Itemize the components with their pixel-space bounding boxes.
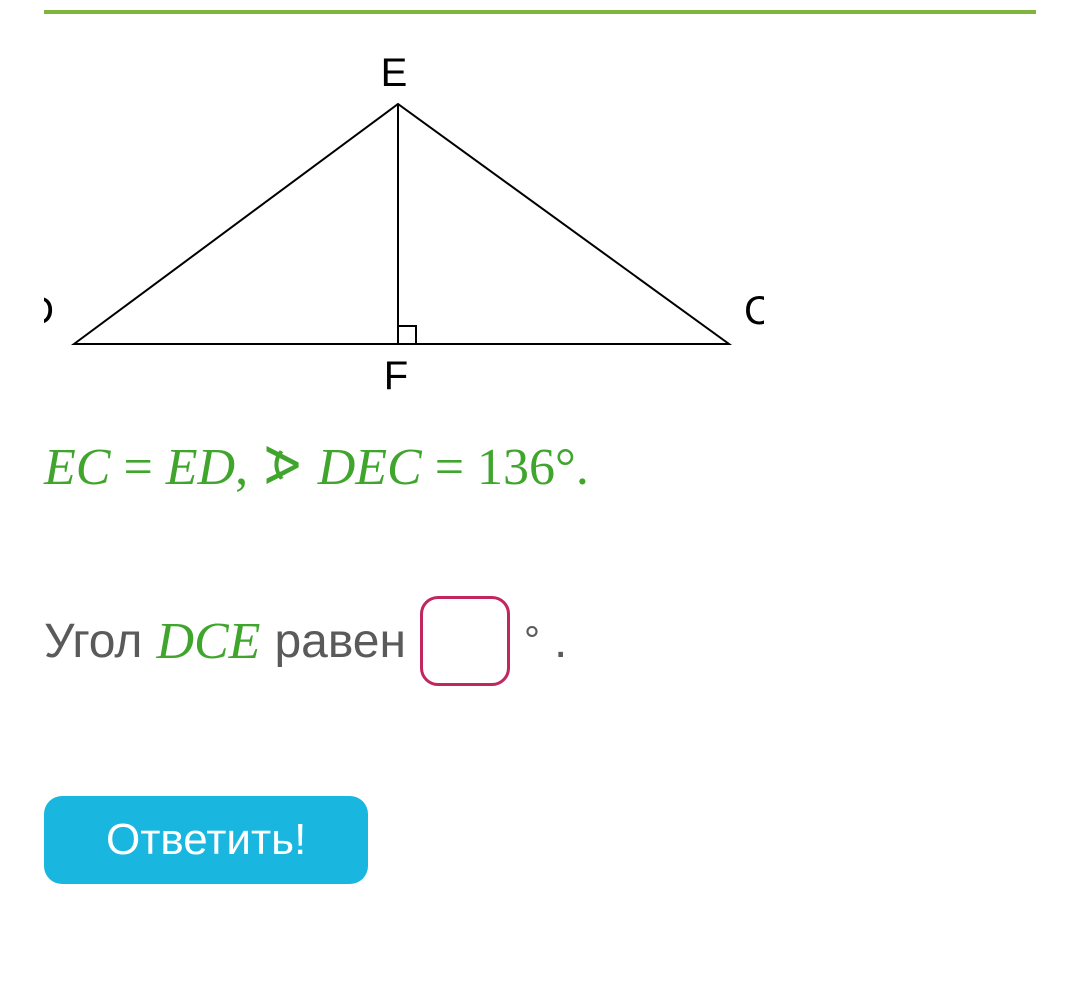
equals-1: = [123, 439, 165, 496]
label-f: F [384, 354, 408, 394]
eq1-rhs: ED [166, 439, 235, 496]
given-conditions: EC = ED, ∢ DEC = 136°. [44, 439, 1036, 496]
word-angle: Угол [44, 614, 142, 669]
degree-symbol: ° [524, 619, 540, 664]
right-angle-marker [398, 326, 416, 344]
answer-input[interactable] [420, 596, 510, 686]
period: . [554, 614, 567, 669]
question-line: Угол DCE равен °. [44, 596, 1036, 686]
question-var: DCE [156, 612, 260, 671]
word-equals: равен [274, 614, 406, 669]
angle-label: DEC [318, 439, 422, 496]
angle-symbol-icon: ∢ [261, 439, 305, 496]
top-divider [44, 10, 1036, 14]
submit-button[interactable]: Ответить! [44, 796, 368, 884]
label-e: E [381, 51, 408, 95]
angle-value: 136 [477, 439, 555, 496]
equals-2: = [435, 439, 477, 496]
label-c: C [744, 289, 764, 333]
eq1-lhs: EC [44, 439, 110, 496]
triangle-figure: E D C F [44, 44, 764, 394]
label-d: D [44, 289, 54, 333]
triangle [74, 104, 729, 344]
